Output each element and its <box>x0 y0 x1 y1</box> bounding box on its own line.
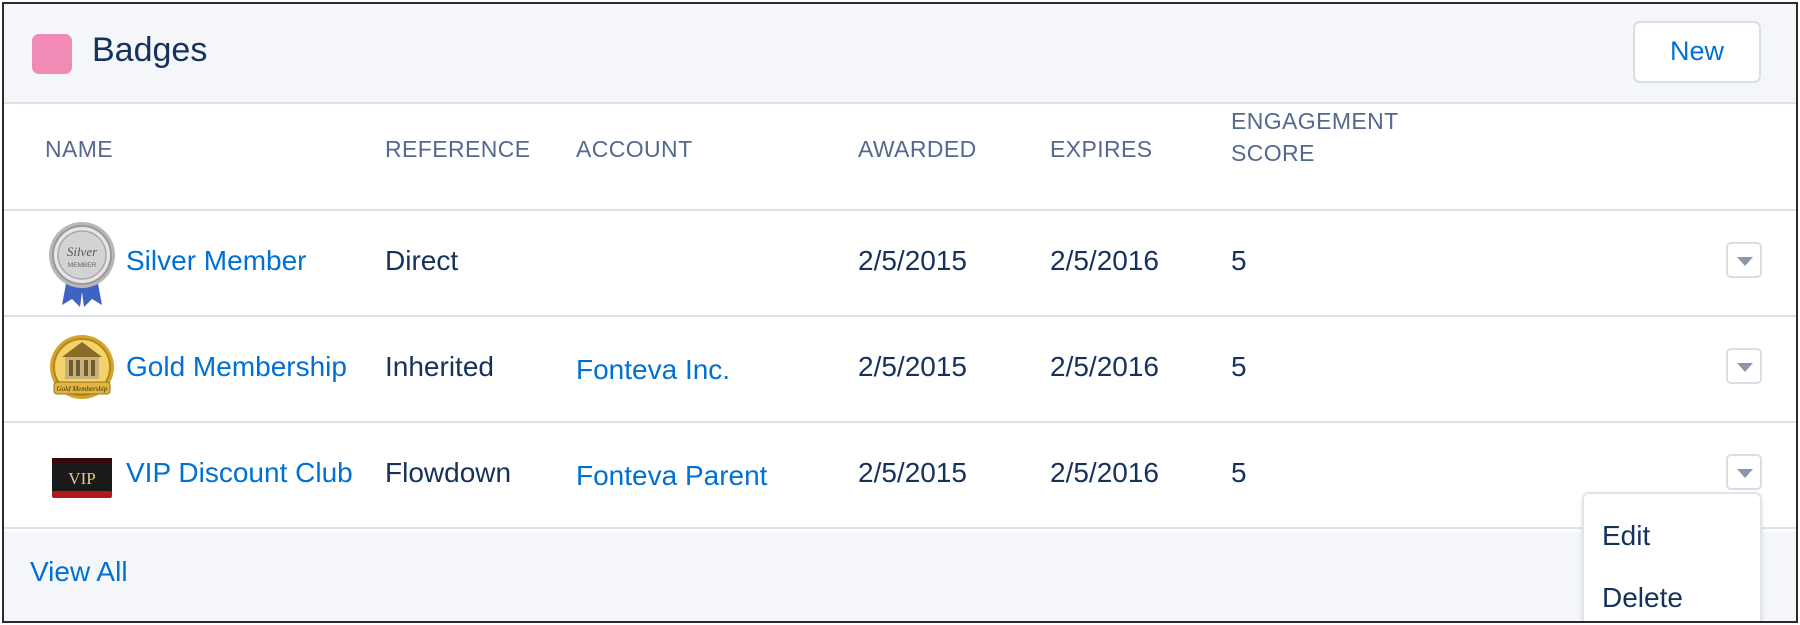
score-cell: 5 <box>1231 351 1247 382</box>
column-header-engagement-line2: SCORE <box>1231 140 1315 166</box>
column-header-name[interactable]: NAME <box>45 133 113 165</box>
awarded-cell: 2/5/2015 <box>858 351 967 382</box>
column-header-account[interactable]: ACCOUNT <box>576 133 693 165</box>
menu-item-delete[interactable]: Delete <box>1602 582 1683 614</box>
badge-name-link[interactable]: VIP Discount Club <box>126 455 353 491</box>
table-row: Silver MEMBER Silver Member Direct 2/5/2… <box>4 211 1796 317</box>
card-header: Badges New <box>4 4 1796 104</box>
reference-cell: Flowdown <box>385 457 512 488</box>
chevron-down-icon <box>1737 257 1753 266</box>
row-actions-menu: Edit Delete <box>1582 492 1762 621</box>
card-footer: View All <box>4 532 1796 621</box>
reference-cell: Direct <box>385 245 459 276</box>
card-title: Badges <box>92 31 208 69</box>
badge-text-silver: Silver <box>67 244 98 259</box>
chevron-down-icon <box>1737 363 1753 372</box>
column-header-engagement-score[interactable]: ENGAGEMENT SCORE <box>1231 105 1399 169</box>
badge-name-link[interactable]: Silver Member <box>126 243 306 279</box>
awarded-cell: 2/5/2015 <box>858 457 967 488</box>
awarded-cell: 2/5/2015 <box>858 245 967 276</box>
menu-item-edit[interactable]: Edit <box>1602 520 1650 552</box>
column-header-engagement-line1: ENGAGEMENT <box>1231 108 1399 134</box>
expires-cell: 2/5/2016 <box>1050 245 1159 276</box>
column-header-expires[interactable]: EXPIRES <box>1050 133 1153 165</box>
score-cell: 5 <box>1231 245 1247 276</box>
badge-text-member: MEMBER <box>68 262 97 269</box>
badges-icon <box>32 34 72 74</box>
gold-medal-icon: Gold Membership <box>50 335 114 399</box>
badge-text-vip: VIP <box>68 469 95 488</box>
expires-cell: 2/5/2016 <box>1050 457 1159 488</box>
chevron-down-icon <box>1737 469 1753 478</box>
table-row: VIP VIP Discount Club Flowdown Fonteva P… <box>4 423 1796 529</box>
badges-card: Badges New NAME REFERENCE ACCOUNT AWARDE… <box>2 2 1798 623</box>
vip-card-icon: VIP <box>52 458 112 498</box>
new-button[interactable]: New <box>1633 21 1761 83</box>
table-header: NAME REFERENCE ACCOUNT AWARDED EXPIRES E… <box>4 104 1796 211</box>
expires-cell: 2/5/2016 <box>1050 351 1159 382</box>
view-all-link[interactable]: View All <box>30 556 128 588</box>
row-actions-button[interactable] <box>1726 348 1762 384</box>
row-actions-button[interactable] <box>1726 242 1762 278</box>
table-row: Gold Membership Gold Membership Inherite… <box>4 317 1796 423</box>
badge-name-link[interactable]: Gold Membership <box>126 349 347 385</box>
column-header-awarded[interactable]: AWARDED <box>858 133 977 165</box>
account-link[interactable]: Fonteva Inc. <box>576 352 730 388</box>
column-header-reference[interactable]: REFERENCE <box>385 133 530 165</box>
account-link[interactable]: Fonteva Parent <box>576 458 767 494</box>
silver-medal-icon: Silver MEMBER <box>49 222 115 307</box>
badge-text-gold: Gold Membership <box>57 385 108 393</box>
score-cell: 5 <box>1231 457 1247 488</box>
row-actions-button[interactable] <box>1726 454 1762 490</box>
reference-cell: Inherited <box>385 351 494 382</box>
